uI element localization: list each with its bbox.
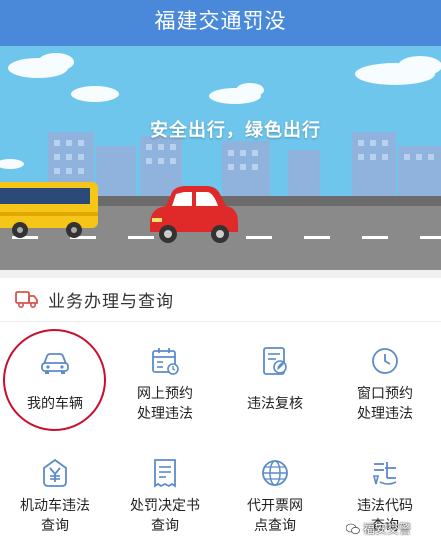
truck-icon [15,291,38,308]
service-label-line1: 机动车违法 [20,498,90,514]
car-icon [41,353,69,374]
section-header: 业务办理与查询 [0,278,441,322]
service-label-line1: 处罚决定书 [130,498,200,514]
code-icon [372,462,397,485]
watermark-text: 福安交警 [363,522,412,536]
service-my-vehicles[interactable]: 我的车辆 [0,324,110,434]
clock-icon [372,348,398,374]
section-title: 业务办理与查询 [48,292,174,312]
service-invoice-outlet-query[interactable]: 代开票网 点查询 [220,436,330,546]
app-title: 福建交通罚没 [0,0,441,46]
service-window-appointment[interactable]: 窗口预约 处理违法 [330,324,440,434]
service-label: 违法复核 [247,396,303,412]
service-label-line2: 查询 [41,518,69,534]
service-label-line2: 处理违法 [357,406,413,422]
service-label-line1: 代开票网 [247,498,303,514]
service-violation-review[interactable]: 违法复核 [220,324,330,434]
banner-illustration [0,46,441,270]
globe-icon [262,460,288,486]
receipt-icon [154,459,176,488]
wechat-icon [346,523,360,534]
service-label-line2: 处理违法 [137,406,193,422]
banner-slogan: 安全出行，绿色出行 [150,120,321,141]
watermark: 福安交警 [346,520,411,537]
service-online-appointment[interactable]: 网上预约 处理违法 [110,324,220,434]
service-label-line2: 查询 [151,518,179,534]
service-penalty-decision-query[interactable]: 处罚决定书 查询 [110,436,220,546]
service-label-line1: 违法代码 [357,498,413,514]
service-label: 我的车辆 [27,396,83,412]
yen-icon [43,458,67,487]
service-vehicle-violation-query[interactable]: 机动车违法 查询 [0,436,110,546]
service-label-line2: 点查询 [254,518,296,534]
section-divider [0,270,441,278]
promo-banner[interactable]: 安全出行，绿色出行 [0,46,441,270]
document-edit-icon [263,347,287,375]
services-grid: 我的车辆 网上预约 处理违法 违法复核 窗口预约 处理违法 机动车违法 查询 处… [0,324,441,550]
service-label-line1: 窗口预约 [357,386,413,402]
service-label-line1: 网上预约 [137,386,193,402]
calendar-icon [152,348,179,375]
